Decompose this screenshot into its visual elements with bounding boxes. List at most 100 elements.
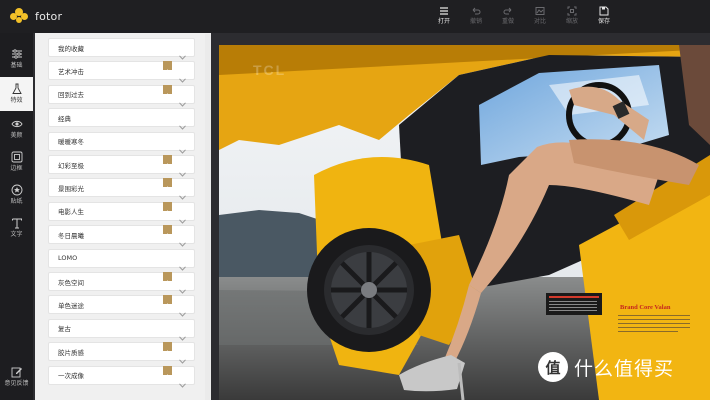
effect-category-row[interactable]: 灰色空间 <box>48 272 195 294</box>
redo-icon <box>503 7 512 15</box>
sliders-icon <box>11 49 22 59</box>
chevron-down-icon <box>179 326 186 341</box>
feedback-label: 意见反馈 <box>4 380 29 387</box>
effect-category-label: 单色迷途 <box>58 301 84 310</box>
effect-category-row[interactable]: 景围彩光 <box>48 178 195 201</box>
toolbar: 打开 撤销 重做 对比 缩放 保存 <box>428 6 620 28</box>
brand-name: fotor <box>35 9 63 23</box>
chevron-down-icon <box>179 373 186 388</box>
undo-button[interactable]: 撤销 <box>460 6 492 28</box>
save-icon <box>599 6 609 16</box>
premium-crown-icon <box>163 61 172 74</box>
effect-category-label: 电影人生 <box>58 208 84 217</box>
chevron-down-icon <box>179 45 186 60</box>
effect-category-row[interactable]: 我的收藏 <box>48 38 195 60</box>
open-label: 打开 <box>437 18 450 25</box>
flask-icon <box>11 83 22 94</box>
save-label: 保存 <box>597 18 610 25</box>
effect-category-row[interactable]: 回到过去 <box>48 84 195 107</box>
effect-category-label: 冬日晨曦 <box>58 231 84 240</box>
premium-crown-icon <box>163 84 172 98</box>
premium-crown-icon <box>163 342 172 355</box>
chevron-down-icon <box>179 92 186 107</box>
zoom-label: 缩放 <box>565 18 578 25</box>
site-watermark: 值 什么值得买 <box>538 352 674 382</box>
nav-beauty-label: 美颜 <box>10 132 23 139</box>
premium-crown-icon <box>163 201 172 215</box>
undo-label: 撤销 <box>469 18 482 25</box>
chevron-down-icon <box>179 68 186 84</box>
nav-effects[interactable]: 特效 <box>0 77 33 111</box>
compare-label: 对比 <box>533 18 546 25</box>
effect-category-row[interactable]: 单色迷途 <box>48 295 195 318</box>
effect-category-label: LOMO <box>58 254 78 263</box>
chevron-down-icon <box>179 185 186 201</box>
undo-icon <box>472 7 481 15</box>
nav-basic[interactable]: 基础 <box>0 42 33 76</box>
nav-text-label: 文字 <box>10 231 23 238</box>
effect-category-label: 经典 <box>58 114 71 123</box>
chevron-down-icon <box>179 115 186 130</box>
menu-icon <box>440 7 448 15</box>
fotor-logo-icon <box>10 8 30 24</box>
redo-button[interactable]: 重做 <box>492 6 524 28</box>
effect-category-row[interactable]: 艺术冲击 <box>48 61 195 84</box>
effect-category-row[interactable]: 复古 <box>48 318 195 341</box>
zoom-button[interactable]: 缩放 <box>556 6 588 28</box>
zoom-icon <box>567 6 577 16</box>
effect-category-label: 复古 <box>58 325 71 334</box>
effect-category-row[interactable]: 胶片质感 <box>48 342 195 364</box>
chevron-down-icon <box>179 256 186 271</box>
nav-sticker[interactable]: 贴纸 <box>0 178 33 212</box>
nav-beauty[interactable]: 美颜 <box>0 112 33 146</box>
photo-overlay-text: TCL <box>253 62 287 78</box>
nav-frame-label: 边框 <box>10 165 23 172</box>
effect-category-row[interactable]: LOMO <box>48 248 195 271</box>
save-button[interactable]: 保存 <box>588 6 620 28</box>
chevron-down-icon <box>179 232 186 247</box>
effect-category-label: 一次成像 <box>58 372 84 381</box>
nav-basic-label: 基础 <box>10 62 23 69</box>
text-icon <box>11 218 22 229</box>
chevron-down-icon <box>179 209 186 224</box>
effect-category-row[interactable]: 幻彩至极 <box>48 155 195 177</box>
nav-sticker-label: 贴纸 <box>10 198 23 205</box>
watermark-text: 什么值得买 <box>574 357 675 380</box>
effect-category-row[interactable]: 一次成像 <box>48 365 195 388</box>
brand-logo: fotor <box>10 7 62 25</box>
effect-category-label: 灰色空间 <box>58 278 84 287</box>
top-bar: fotor 打开 撤销 重做 对比 缩放 保存 <box>0 0 710 33</box>
premium-crown-icon <box>163 155 172 168</box>
chevron-down-icon <box>179 162 186 177</box>
nav-effects-label: 特效 <box>10 97 23 104</box>
edit-icon <box>11 367 22 378</box>
nav-frame[interactable]: 边框 <box>0 145 33 179</box>
photo-preview[interactable]: TCL Brand Core Valan <box>219 45 710 400</box>
effect-category-row[interactable]: 经典 <box>48 108 195 130</box>
premium-crown-icon <box>163 295 172 308</box>
chevron-down-icon <box>179 302 186 318</box>
chevron-down-icon <box>179 139 186 154</box>
effect-category-label: 景围彩光 <box>58 184 84 193</box>
open-button[interactable]: 打开 <box>428 6 460 28</box>
premium-crown-icon <box>163 365 172 379</box>
left-nav: 基础 特效 美颜 边框 贴纸 文字 意见反馈 <box>0 33 33 400</box>
eye-icon <box>10 120 23 128</box>
effect-category-row[interactable]: 冬日晨曦 <box>48 225 195 247</box>
premium-crown-icon <box>163 272 172 285</box>
effect-category-label: 艺术冲击 <box>58 67 84 76</box>
effect-category-label: 我的收藏 <box>58 44 84 53</box>
effect-category-row[interactable]: 暖暖寒冬 <box>48 131 195 154</box>
compare-button[interactable]: 对比 <box>524 6 556 28</box>
premium-crown-icon <box>163 225 172 238</box>
effect-category-label: 胶片质感 <box>58 348 84 357</box>
effect-category-row[interactable]: 电影人生 <box>48 201 195 224</box>
fotor-editor-window: fotor 打开 撤销 重做 对比 缩放 保存 基础 特效 美颜 边框 贴纸 文… <box>0 0 710 400</box>
feedback-button[interactable]: 意见反馈 <box>0 360 33 394</box>
nav-text[interactable]: 文字 <box>0 211 33 245</box>
edited-photo <box>219 45 710 400</box>
chevron-down-icon <box>179 349 186 364</box>
watermark-logo-icon: 值 <box>538 352 568 382</box>
redo-label: 重做 <box>501 18 514 25</box>
canvas-area: TCL Brand Core Valan <box>211 33 710 400</box>
